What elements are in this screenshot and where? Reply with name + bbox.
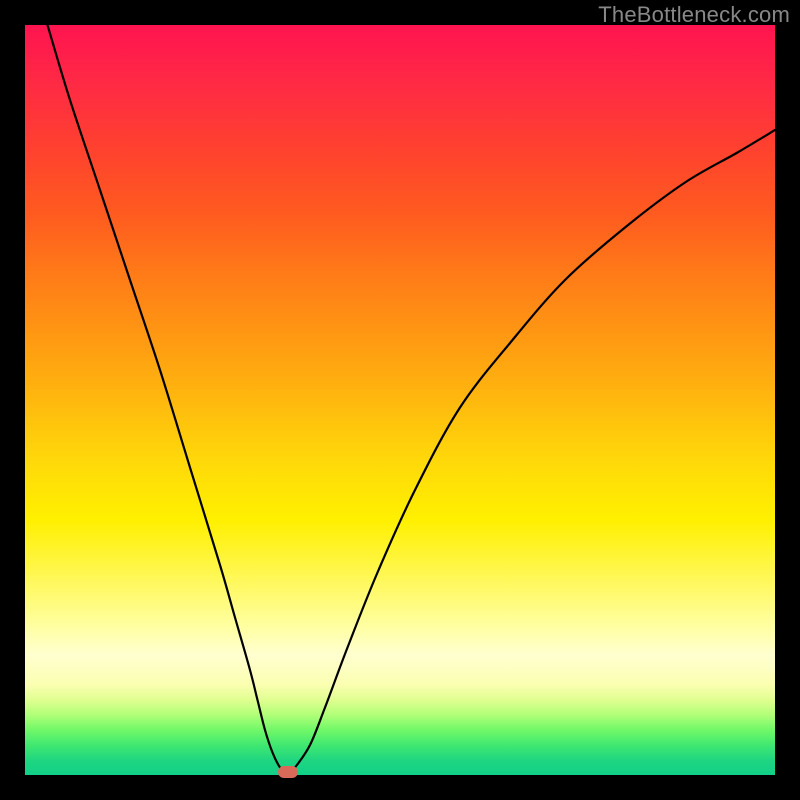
minimum-marker (278, 766, 298, 778)
chart-container: TheBottleneck.com (0, 0, 800, 800)
plot-gradient-background (25, 25, 775, 775)
watermark-text: TheBottleneck.com (598, 2, 790, 28)
